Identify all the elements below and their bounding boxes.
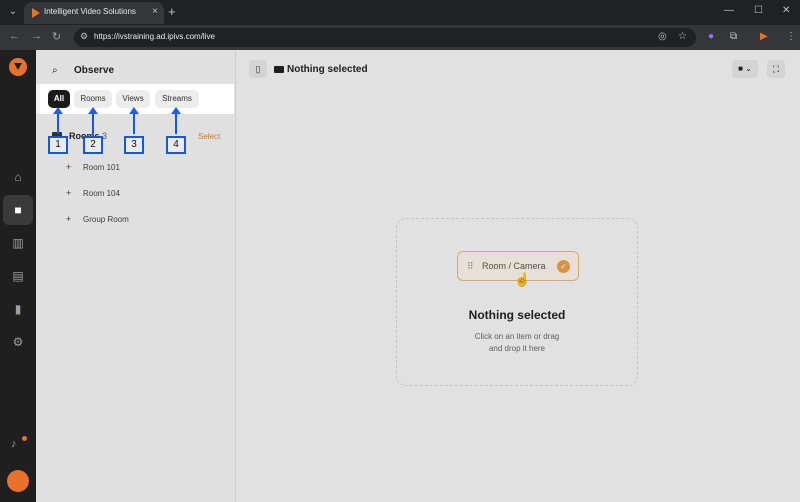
reload-icon[interactable]: ↻ (52, 30, 61, 43)
browser-tab[interactable]: Intelligent Video Solutions × (24, 2, 164, 24)
analytics-icon[interactable]: ▮ (3, 294, 33, 324)
new-tab-button[interactable]: + (168, 4, 176, 19)
dim-overlay-top (36, 50, 800, 84)
filter-chip-streams[interactable]: Streams (155, 90, 199, 108)
app-logo[interactable] (9, 58, 27, 76)
video-camera-icon[interactable]: ■ (3, 195, 33, 225)
dim-overlay-bottom (36, 114, 800, 502)
dim-overlay-right (234, 84, 800, 114)
address-bar[interactable]: ⚙ https://ivstraining.ad.ipivs.com/live … (74, 28, 696, 47)
minimize-icon[interactable]: — (724, 5, 734, 16)
browser-toolbar: ← → ↻ ⚙ https://ivstraining.ad.ipivs.com… (0, 25, 800, 50)
back-icon[interactable]: ← (9, 30, 20, 42)
filter-chip-views[interactable]: Views (116, 90, 150, 108)
forward-icon[interactable]: → (31, 30, 42, 42)
filter-chip-all[interactable]: All (48, 90, 70, 108)
avatar[interactable] (7, 470, 29, 492)
recordings-icon[interactable]: ▥ (3, 228, 33, 258)
url-text: https://ivstraining.ad.ipivs.com/live (94, 32, 215, 41)
extension-icon[interactable]: ● (708, 31, 714, 42)
browser-tab-bar: ⌄ Intelligent Video Solutions × + — ☐ ✕ (0, 0, 800, 25)
extensions-puzzle-icon[interactable]: ⧉ (730, 31, 737, 42)
notification-badge (22, 436, 27, 441)
notifications-bell-icon[interactable]: ♪ (11, 438, 17, 450)
site-info-icon[interactable]: ⚙ (80, 31, 88, 42)
tab-search-icon[interactable]: ⌄ (6, 5, 20, 19)
favicon-icon (32, 8, 40, 18)
eye-off-icon[interactable]: ◎ (658, 31, 667, 42)
tab-title: Intelligent Video Solutions (44, 7, 136, 16)
app: ⌂ ■ ▥ ▤ ▮ ⚙ ♪ ⌕ Observe All Rooms Views … (0, 50, 800, 502)
close-window-icon[interactable]: ✕ (782, 5, 790, 16)
filter-chip-rooms[interactable]: Rooms (74, 90, 112, 108)
home-icon[interactable]: ⌂ (3, 162, 33, 192)
settings-gear-icon[interactable]: ⚙ (3, 327, 33, 357)
bookmark-star-icon[interactable]: ☆ (678, 31, 687, 42)
profile-extension-icon[interactable]: ▶ (760, 31, 768, 42)
nav-rail: ⌂ ■ ▥ ▤ ▮ ⚙ ♪ (0, 50, 36, 502)
tab-close-icon[interactable]: × (152, 6, 158, 17)
maximize-icon[interactable]: ☐ (754, 5, 763, 16)
browser-menu-icon[interactable]: ⋮ (786, 31, 796, 42)
schedule-icon[interactable]: ▤ (3, 261, 33, 291)
